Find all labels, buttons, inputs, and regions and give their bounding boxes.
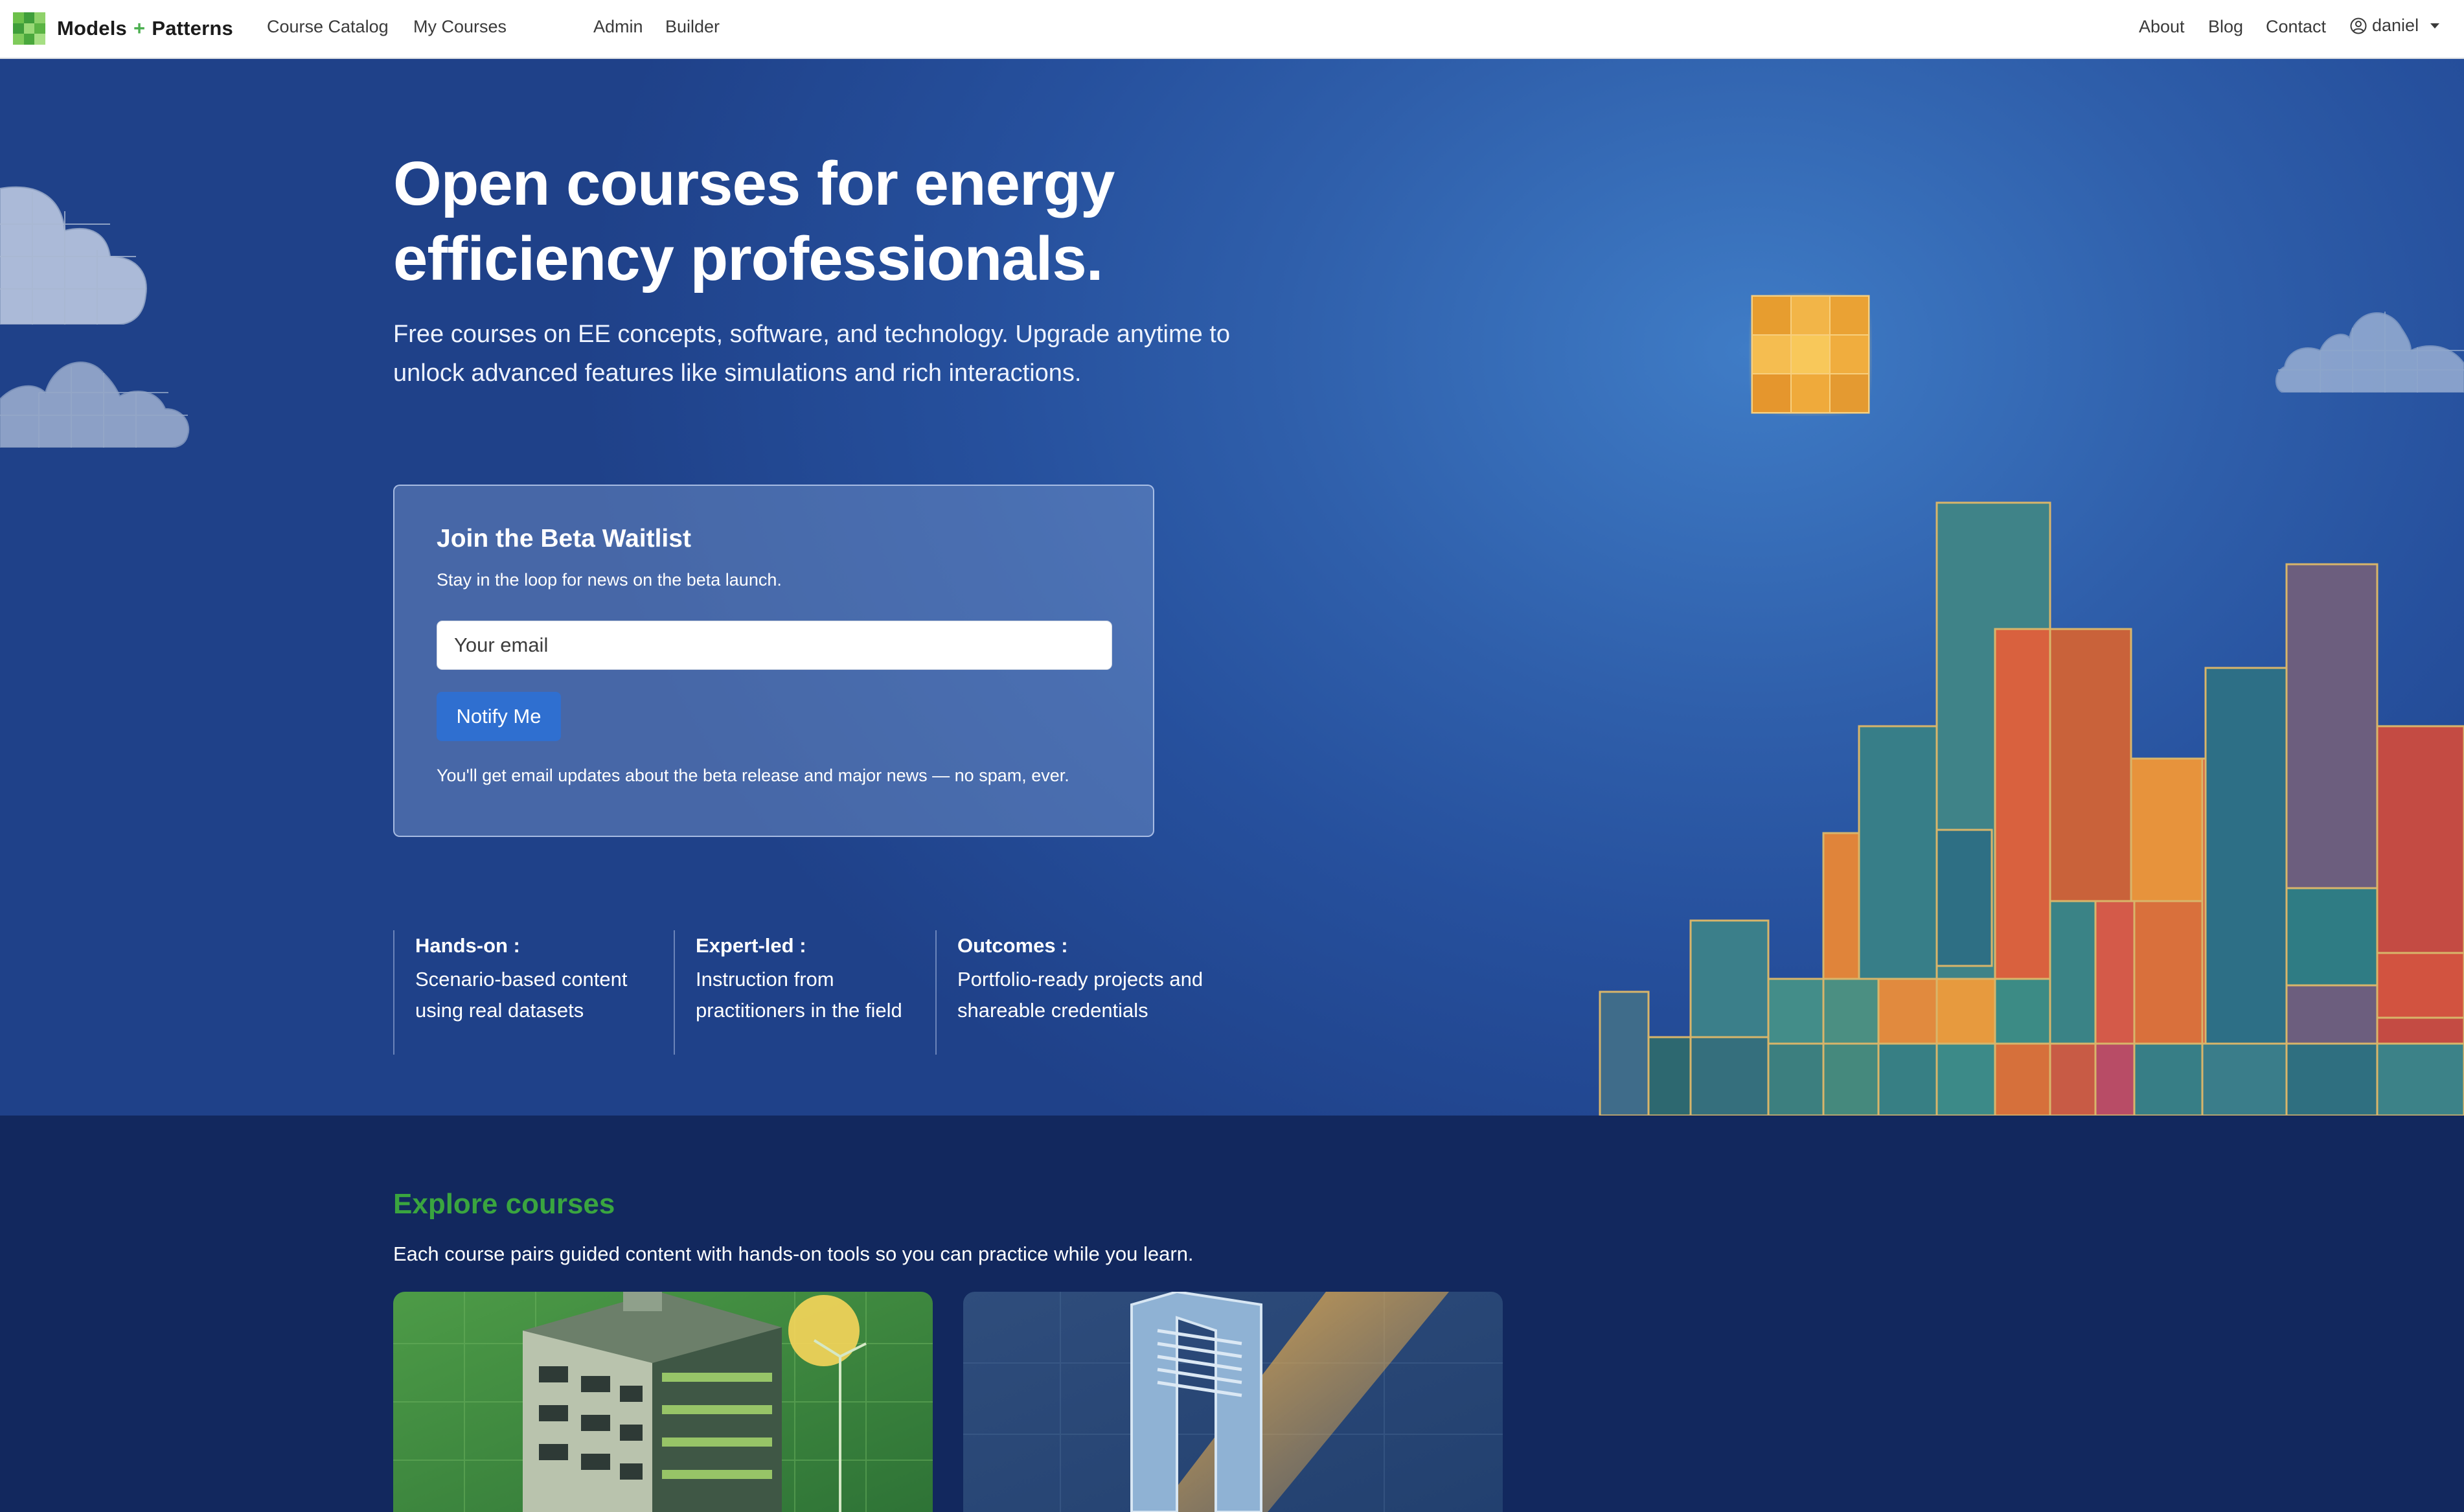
user-name: daniel	[2372, 16, 2419, 35]
nav-blog[interactable]: Blog	[2208, 17, 2243, 37]
feature-outcomes: Outcomes : Portfolio-ready projects and …	[935, 930, 1227, 1055]
waitlist-subtitle: Stay in the loop for news on the beta la…	[437, 570, 782, 590]
user-menu-dropdown[interactable]: daniel	[2350, 16, 2440, 36]
feature-description: Scenario-based content using real datase…	[415, 968, 628, 1022]
user-avatar-icon	[2350, 17, 2367, 34]
top-navbar: Models + Patterns Course Catalog My Course…	[0, 0, 2464, 59]
nav-course-catalog[interactable]: Course Catalog	[267, 17, 389, 37]
chevron-down-icon	[2430, 23, 2440, 29]
feature-description: Instruction from practitioners in the fi…	[696, 968, 902, 1022]
nav-my-courses[interactable]: My Courses	[413, 17, 507, 37]
notify-me-button[interactable]: Notify Me	[437, 692, 561, 741]
beta-waitlist-card: Join the Beta Waitlist Stay in the loop …	[393, 485, 1154, 837]
hero-section: Open courses for energy efficiency profe…	[0, 59, 2464, 1116]
feature-expert-led: Expert-led : Instruction from practition…	[674, 930, 933, 1055]
feature-title: Outcomes :	[957, 934, 1068, 957]
course-card[interactable]	[393, 1292, 933, 1512]
course-card[interactable]	[963, 1292, 1503, 1512]
brand-logo-icon	[13, 12, 45, 45]
email-field[interactable]	[437, 621, 1112, 670]
waitlist-note: You'll get email updates about the beta …	[437, 766, 1069, 785]
brand-name: Models + Patterns	[57, 17, 233, 40]
nav-about[interactable]: About	[2139, 17, 2185, 37]
brand-link[interactable]: Models + Patterns	[13, 10, 233, 47]
building-illustration	[393, 1292, 933, 1512]
explore-subtitle: Each course pairs guided content with ha…	[393, 1243, 1194, 1265]
explore-title: Explore courses	[393, 1188, 615, 1220]
feature-title: Hands-on :	[415, 934, 520, 957]
hero-subtitle: Free courses on EE concepts, software, a…	[393, 321, 1230, 387]
nav-builder[interactable]: Builder	[665, 17, 720, 37]
hero-title: Open courses for energy efficiency profe…	[393, 149, 1115, 293]
nav-contact[interactable]: Contact	[2266, 17, 2326, 37]
feature-hands-on: Hands-on : Scenario-based content using …	[393, 930, 672, 1055]
feature-title: Expert-led :	[696, 934, 806, 957]
nav-admin[interactable]: Admin	[593, 17, 643, 37]
explore-courses-section: Explore courses Each course pairs guided…	[0, 1116, 2464, 1512]
feature-description: Portfolio-ready projects and shareable c…	[957, 968, 1203, 1022]
waitlist-title: Join the Beta Waitlist	[437, 525, 691, 553]
window-illustration	[963, 1292, 1503, 1512]
